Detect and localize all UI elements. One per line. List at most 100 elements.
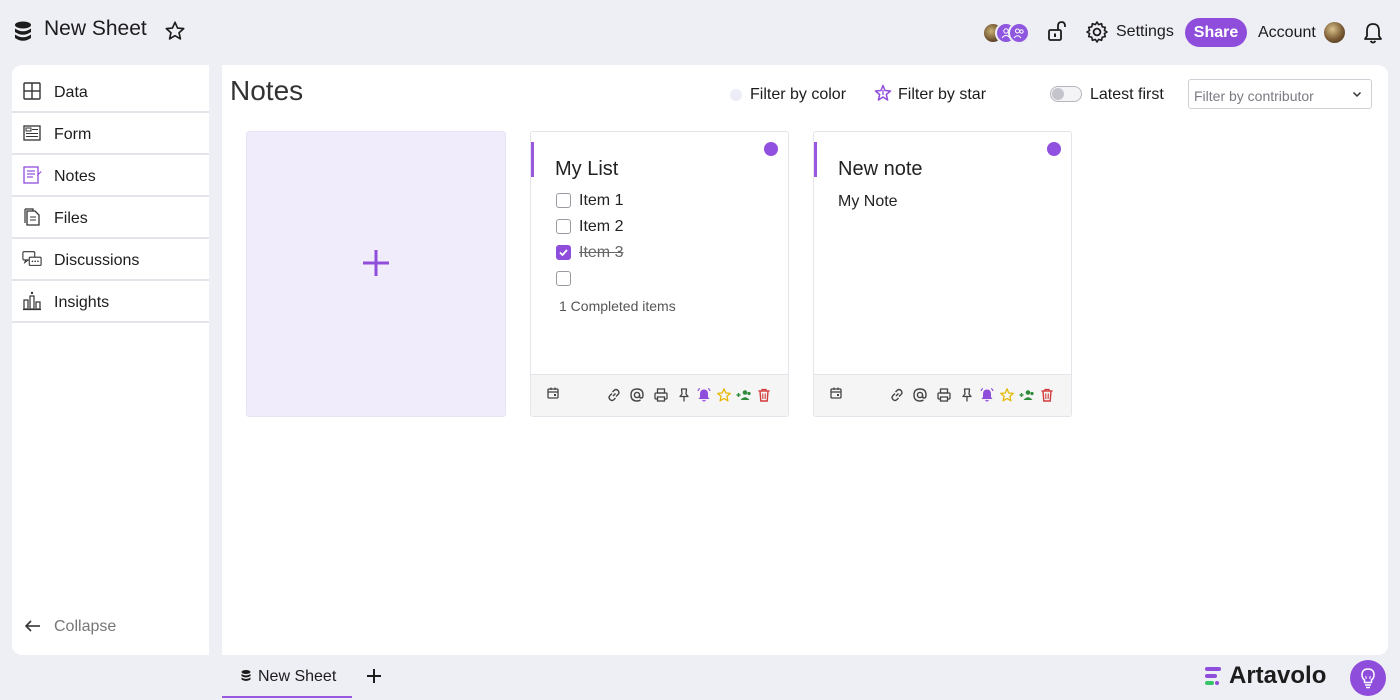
- collaborator-avatars[interactable]: [982, 22, 1030, 44]
- star-icon[interactable]: [999, 387, 1015, 403]
- collapse-label: Collapse: [54, 618, 117, 635]
- sidebar-item-label: Data: [54, 84, 88, 101]
- collapse-sidebar-button[interactable]: Collapse: [24, 615, 144, 639]
- discussions-icon: [22, 251, 42, 266]
- completed-items-toggle[interactable]: 1 Completed items: [559, 298, 676, 314]
- latest-first-control: Latest first: [1050, 83, 1170, 105]
- sidebar-item-label: Files: [54, 210, 88, 227]
- reminder-bell-icon[interactable]: [979, 387, 995, 403]
- checklist-item: Item 3: [555, 243, 755, 263]
- unlock-icon[interactable]: [1046, 20, 1068, 42]
- sidebar-item-discussions[interactable]: Discussions: [12, 239, 210, 281]
- share-users-icon[interactable]: [736, 387, 752, 403]
- database-icon: [15, 21, 31, 41]
- sidebar-item-insights[interactable]: Insights: [12, 281, 210, 323]
- note-card-my-list[interactable]: My List Item 1 Item 2 Item 3 1 Completed…: [530, 131, 789, 417]
- note-color-indicator[interactable]: [1047, 142, 1061, 156]
- users-icon: [1013, 28, 1024, 39]
- top-bar: New Sheet Settings Share Account: [0, 0, 1400, 64]
- account-avatar[interactable]: [1324, 22, 1345, 43]
- checklist-item: Item 2: [555, 217, 755, 237]
- trash-icon[interactable]: [1039, 387, 1055, 403]
- notification-bell-icon[interactable]: [1362, 21, 1384, 45]
- print-icon[interactable]: [936, 387, 952, 403]
- insights-icon: [23, 291, 41, 311]
- print-icon[interactable]: [653, 387, 669, 403]
- filter-by-star-button[interactable]: Filter by star: [874, 83, 994, 105]
- checklist-item: Item 1: [555, 191, 755, 211]
- notes-panel: Notes Filter by color Filter by star Lat…: [222, 65, 1388, 655]
- sidebar-item-notes[interactable]: Notes: [12, 155, 210, 197]
- checklist-checkbox[interactable]: [556, 271, 571, 286]
- page-title: Notes: [230, 75, 304, 106]
- sidebar-item-data[interactable]: Data: [12, 71, 210, 113]
- checklist-checkbox[interactable]: [556, 193, 571, 208]
- trash-icon[interactable]: [756, 387, 772, 403]
- sheet-tab-label: New Sheet: [258, 668, 337, 685]
- chevron-down-icon: [1352, 91, 1362, 98]
- note-color-indicator[interactable]: [764, 142, 778, 156]
- add-note-card[interactable]: [246, 131, 506, 417]
- brand-name: Artavolo: [1229, 662, 1327, 689]
- filter-by-color-button[interactable]: Filter by color: [728, 84, 858, 106]
- checklist-checkbox[interactable]: [556, 219, 571, 234]
- pin-icon[interactable]: [676, 387, 692, 403]
- pin-icon[interactable]: [959, 387, 975, 403]
- table-icon: [23, 82, 41, 100]
- checklist-item-label[interactable]: Item 2: [579, 218, 623, 236]
- checklist-item-new: [555, 269, 755, 289]
- gear-icon[interactable]: [1085, 20, 1109, 44]
- link-icon[interactable]: [606, 387, 622, 403]
- checklist-item-label[interactable]: Item 1: [579, 192, 623, 210]
- mention-icon[interactable]: [629, 387, 645, 403]
- sidebar-item-form[interactable]: Form: [12, 113, 210, 155]
- calendar-icon[interactable]: [828, 385, 844, 401]
- note-accent-bar: [531, 142, 534, 177]
- form-icon: [23, 125, 41, 141]
- checkmark-icon: [559, 249, 568, 257]
- contributor-filter-placeholder: Filter by contributor: [1194, 88, 1314, 104]
- sheet-title[interactable]: New Sheet: [44, 17, 147, 41]
- note-accent-bar: [814, 142, 817, 177]
- artavolo-logo-icon: [1205, 667, 1221, 685]
- plus-icon: [363, 250, 389, 276]
- sidebar-item-label: Discussions: [54, 252, 140, 269]
- sidebar-item-files[interactable]: Files: [12, 197, 210, 239]
- ideas-button[interactable]: [1350, 660, 1386, 696]
- note-title[interactable]: My List: [555, 158, 618, 181]
- note-title[interactable]: New note: [838, 158, 923, 181]
- add-sheet-plus-icon[interactable]: [363, 665, 385, 687]
- share-button[interactable]: Share: [1185, 18, 1247, 47]
- star-sparkle-icon: [874, 84, 892, 101]
- filter-by-color-label: Filter by color: [750, 86, 847, 103]
- link-icon[interactable]: [889, 387, 905, 403]
- share-users-icon[interactable]: [1019, 387, 1035, 403]
- sidebar-resize-handle[interactable]: [209, 65, 213, 655]
- sheet-tab-new-sheet[interactable]: New Sheet: [222, 656, 352, 698]
- note-card-new-note[interactable]: New note My Note: [813, 131, 1072, 417]
- note-toolbar: [814, 374, 1071, 416]
- sidebar: Data Form Notes Files Discussions Insigh…: [12, 65, 213, 655]
- checklist-checkbox[interactable]: [556, 245, 571, 260]
- notes-icon: [23, 166, 42, 184]
- lightbulb-icon: [1361, 668, 1375, 689]
- latest-first-toggle[interactable]: [1050, 86, 1082, 102]
- account-menu[interactable]: Account: [1258, 24, 1316, 42]
- star-icon[interactable]: [716, 387, 732, 403]
- color-dot-icon: [730, 89, 742, 101]
- note-body[interactable]: My Note: [838, 193, 898, 211]
- toggle-knob: [1052, 88, 1064, 100]
- arrow-left-icon: [24, 620, 40, 632]
- reminder-bell-icon[interactable]: [696, 387, 712, 403]
- checklist-item-label[interactable]: Item 3: [579, 244, 623, 262]
- sidebar-item-label: Insights: [54, 294, 110, 311]
- calendar-icon[interactable]: [545, 385, 561, 401]
- filter-by-star-label: Filter by star: [898, 86, 987, 103]
- contributor-filter-select[interactable]: Filter by contributor: [1188, 79, 1372, 109]
- files-icon: [24, 208, 40, 226]
- settings-button[interactable]: Settings: [1116, 23, 1174, 41]
- mention-icon[interactable]: [912, 387, 928, 403]
- note-toolbar: [531, 374, 788, 416]
- favorite-star-icon[interactable]: [164, 20, 186, 42]
- database-icon: [241, 670, 251, 681]
